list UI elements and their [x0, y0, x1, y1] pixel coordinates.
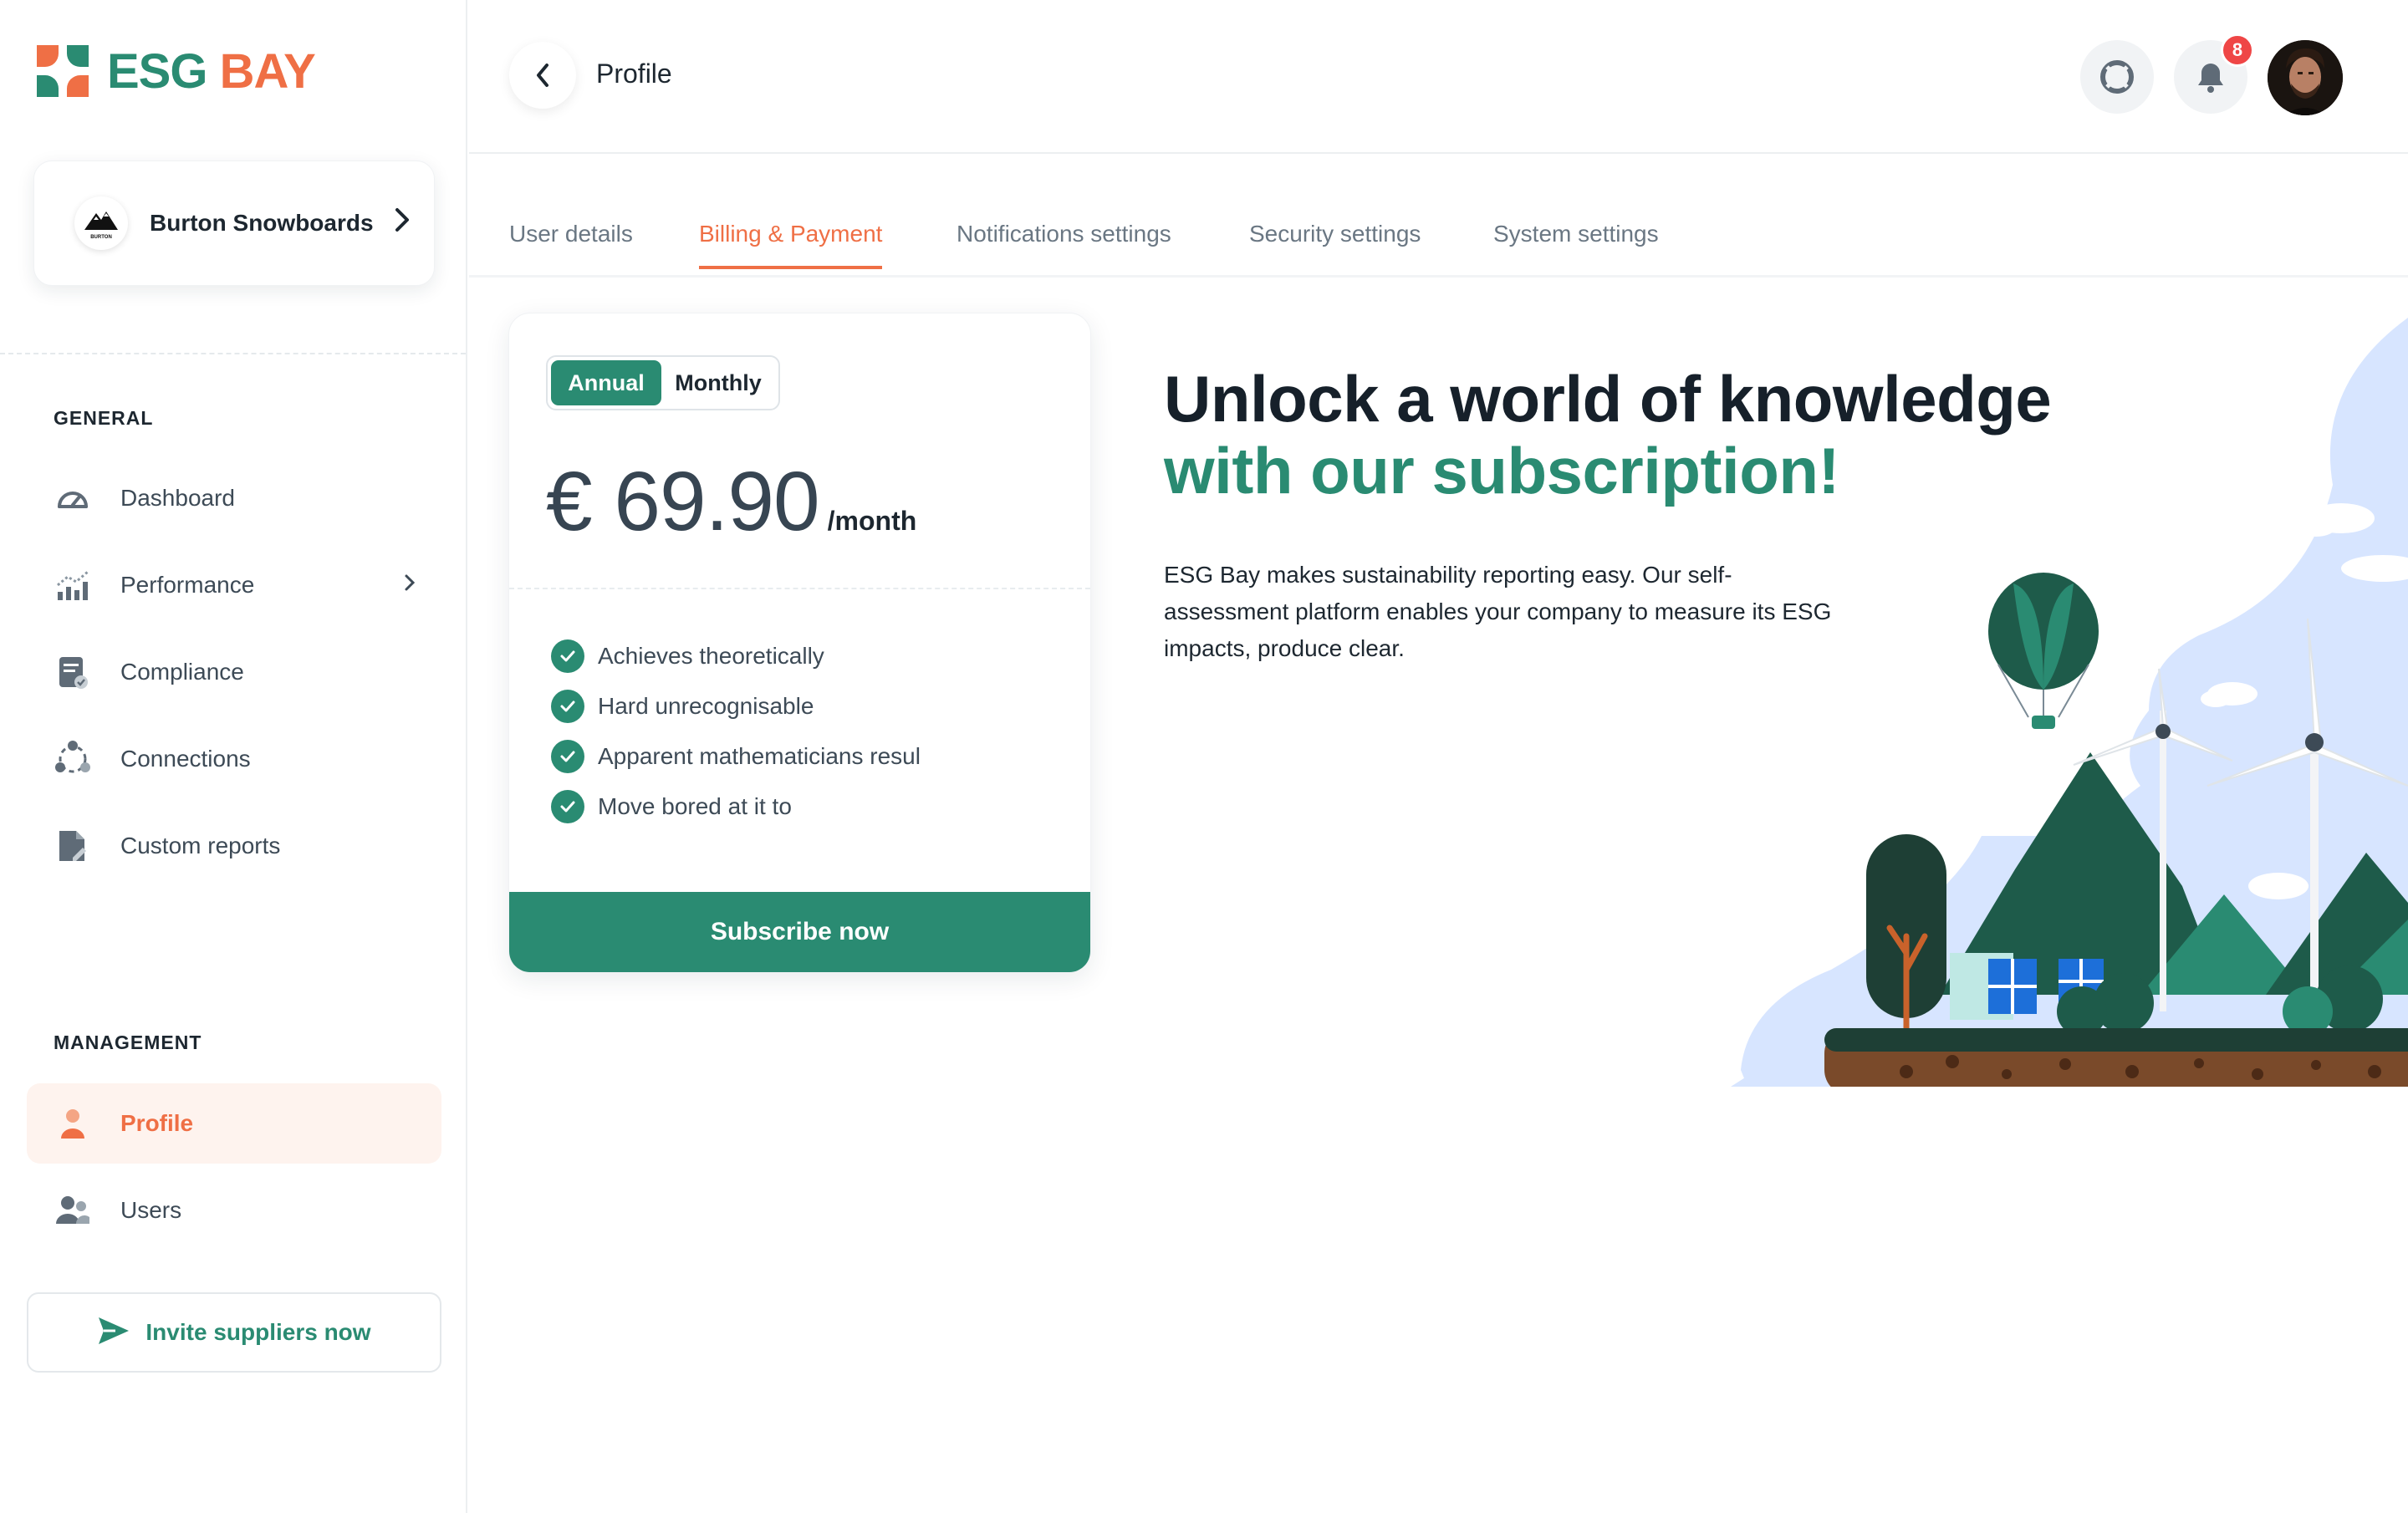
gauge-icon [54, 479, 92, 517]
feature-list: Achieves theoretically Hard unrecognisab… [551, 631, 921, 832]
bar-chart-icon [54, 566, 92, 604]
tab-notifications-settings[interactable]: Notifications settings [957, 221, 1171, 266]
toggle-monthly[interactable]: Monthly [661, 360, 775, 405]
chevron-right-icon [394, 207, 411, 240]
document-check-icon [54, 653, 92, 691]
invite-suppliers-label: Invite suppliers now [145, 1319, 371, 1345]
user-icon [54, 1104, 92, 1143]
sidebar-item-custom-reports[interactable]: Custom reports [27, 806, 441, 886]
tab-security-settings[interactable]: Security settings [1249, 221, 1421, 266]
brand-logo[interactable]: ESG BAY [33, 42, 316, 100]
feature-label: Achieves theoretically [598, 643, 824, 669]
sidebar-item-connections[interactable]: Connections [27, 719, 441, 799]
check-icon [551, 639, 584, 673]
price-period: /month [827, 506, 917, 536]
sidebar: ESG BAY BURTON Burton Snowboards GENERAL… [0, 0, 467, 1513]
tab-user-details[interactable]: User details [509, 221, 633, 266]
sidebar-item-users[interactable]: Users [27, 1170, 441, 1251]
company-name: Burton Snowboards [150, 210, 374, 236]
sustainability-illustration [1731, 318, 2408, 1087]
feature-item: Hard unrecognisable [551, 681, 921, 731]
invite-suppliers-button[interactable]: Invite suppliers now [27, 1292, 441, 1373]
toggle-annual[interactable]: Annual [551, 360, 661, 405]
report-icon [54, 827, 92, 865]
section-label-management: MANAGEMENT [54, 1032, 202, 1053]
lifebuoy-icon [2100, 60, 2134, 94]
subscribe-button[interactable]: Subscribe now [509, 892, 1090, 972]
price-display: € 69.90 /month [546, 454, 916, 550]
sidebar-item-label: Compliance [120, 659, 244, 685]
page-title: Profile [596, 59, 672, 89]
feature-label: Apparent mathematicians resul [598, 743, 921, 769]
card-divider [509, 588, 1090, 589]
notification-badge: 8 [2221, 33, 2254, 67]
bell-icon [2198, 64, 2223, 93]
company-logo-text: BURTON [90, 235, 112, 240]
chevron-left-icon [537, 64, 548, 87]
check-icon [551, 790, 584, 823]
feature-item: Achieves theoretically [551, 631, 921, 681]
sidebar-divider [0, 353, 466, 354]
sidebar-item-label: Performance [120, 572, 255, 598]
notifications-button[interactable]: 8 [2174, 33, 2254, 114]
users-icon [54, 1191, 92, 1230]
check-icon [551, 740, 584, 773]
price-amount: € 69.90 [546, 455, 820, 548]
sidebar-item-dashboard[interactable]: Dashboard [27, 458, 441, 538]
sidebar-item-label: Users [120, 1197, 182, 1223]
pricing-card: Annual Monthly € 69.90 /month Achieves t… [508, 313, 1091, 973]
settings-tabs: User details Billing & Payment Notificat… [469, 154, 2408, 278]
send-icon [97, 1316, 130, 1350]
user-avatar[interactable] [2268, 40, 2343, 115]
sidebar-item-compliance[interactable]: Compliance [27, 632, 441, 712]
billing-period-toggle: Annual Monthly [546, 355, 780, 410]
sidebar-item-profile[interactable]: Profile [27, 1083, 441, 1164]
hot-air-balloon [1988, 573, 2099, 729]
help-button[interactable] [2080, 40, 2154, 114]
user-photo-icon [2268, 40, 2343, 115]
logo-mark-icon [37, 45, 89, 97]
company-logo: BURTON [74, 196, 128, 250]
sidebar-item-label: Dashboard [120, 485, 235, 511]
company-switcher[interactable]: BURTON Burton Snowboards [33, 160, 435, 286]
tab-billing-payment[interactable]: Billing & Payment [699, 221, 883, 269]
check-icon [551, 690, 584, 723]
top-header: Profile 8 [469, 0, 2408, 154]
sidebar-item-performance[interactable]: Performance [27, 545, 441, 625]
back-button[interactable] [509, 42, 576, 109]
logo-bay-text: BAY [219, 43, 316, 99]
sidebar-item-label: Custom reports [120, 833, 281, 858]
sidebar-item-label: Connections [120, 746, 251, 772]
feature-item: Apparent mathematicians resul [551, 731, 921, 782]
feature-label: Hard unrecognisable [598, 693, 814, 719]
sidebar-item-label: Profile [120, 1110, 194, 1136]
feature-item: Move bored at it to [551, 782, 921, 832]
tab-system-settings[interactable]: System settings [1493, 221, 1659, 266]
connections-icon [54, 740, 92, 778]
chevron-right-icon [403, 571, 416, 599]
feature-label: Move bored at it to [598, 793, 792, 819]
section-label-general: GENERAL [54, 407, 154, 429]
mountain-logo-icon: BURTON [84, 211, 118, 240]
logo-esg-text: ESG [107, 43, 207, 99]
